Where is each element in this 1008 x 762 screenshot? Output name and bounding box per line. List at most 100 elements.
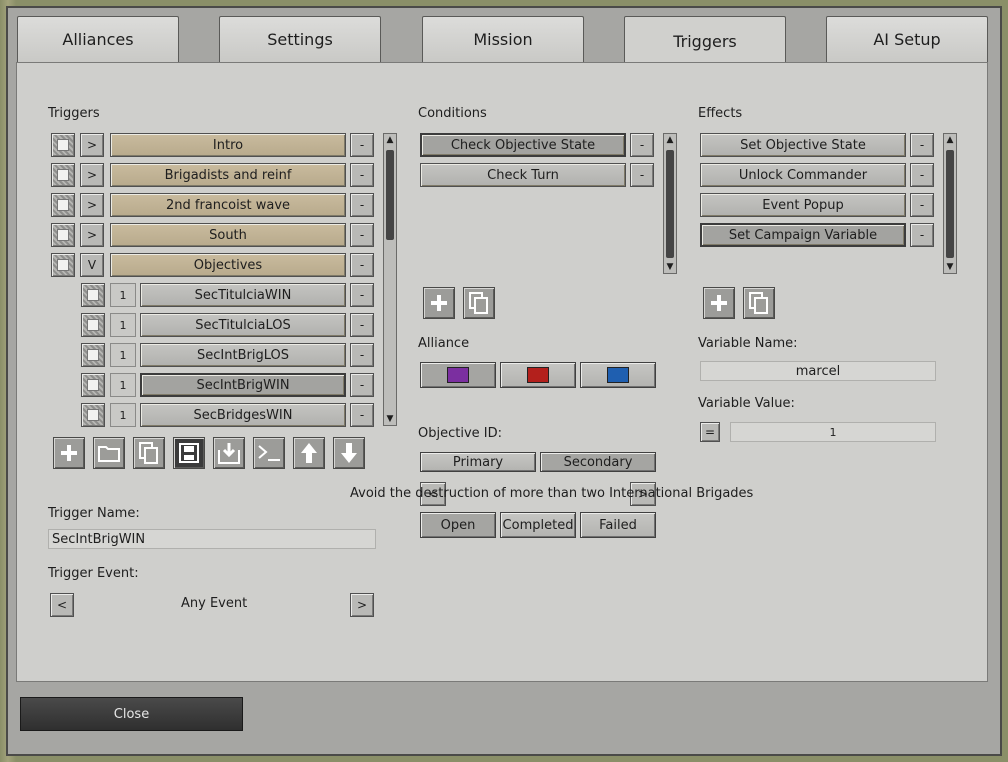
remove-trigger-button[interactable]: - (350, 313, 374, 337)
event-next-button[interactable]: > (350, 593, 374, 617)
conditions-scrollbar[interactable]: ▲ ▼ (663, 133, 677, 274)
trigger-group-item[interactable]: Intro (110, 133, 346, 157)
remove-effect-button[interactable]: - (910, 193, 934, 217)
console-button[interactable] (253, 437, 285, 469)
expand-toggle[interactable]: V (80, 253, 104, 277)
scroll-down-icon[interactable]: ▼ (664, 261, 676, 273)
trigger-item[interactable]: SecTitulciaLOS (140, 313, 346, 337)
copy-icon (139, 442, 158, 464)
folder-button[interactable] (93, 437, 125, 469)
trigger-checkbox[interactable] (51, 133, 75, 157)
trigger-checkbox[interactable] (81, 373, 105, 397)
remove-condition-button[interactable]: - (630, 133, 654, 157)
remove-effect-button[interactable]: - (910, 163, 934, 187)
trigger-item[interactable]: SecBridgesWIN (140, 403, 346, 427)
remove-condition-button[interactable]: - (630, 163, 654, 187)
trigger-checkbox[interactable] (51, 163, 75, 187)
state-completed-button[interactable]: Completed (500, 512, 576, 538)
variable-name-field[interactable]: marcel (700, 361, 936, 381)
scroll-up-icon[interactable]: ▲ (384, 134, 396, 146)
scroll-up-icon[interactable]: ▲ (664, 134, 676, 146)
trigger-checkbox[interactable] (51, 193, 75, 217)
add-trigger-button[interactable] (53, 437, 85, 469)
trigger-checkbox[interactable] (81, 313, 105, 337)
trigger-group-item[interactable]: South (110, 223, 346, 247)
remove-trigger-button[interactable]: - (350, 373, 374, 397)
close-button[interactable]: Close (20, 697, 243, 731)
trigger-group-item[interactable]: 2nd francoist wave (110, 193, 346, 217)
remove-trigger-button[interactable]: - (350, 193, 374, 217)
trigger-checkbox[interactable] (81, 343, 105, 367)
remove-effect-button[interactable]: - (910, 133, 934, 157)
triggers-scrollbar[interactable]: ▲ ▼ (383, 133, 397, 426)
add-effect-button[interactable] (703, 287, 735, 319)
remove-trigger-button[interactable]: - (350, 403, 374, 427)
effect-item-selected[interactable]: Set Campaign Variable (700, 223, 906, 247)
trigger-name-field[interactable]: SecIntBrigWIN (48, 529, 376, 549)
condition-item-selected[interactable]: Check Objective State (420, 133, 626, 157)
move-up-button[interactable] (293, 437, 325, 469)
state-open-button[interactable]: Open (420, 512, 496, 538)
trigger-checkbox[interactable] (51, 253, 75, 277)
objective-primary-button[interactable]: Primary (420, 452, 536, 472)
trigger-item[interactable]: SecIntBrigLOS (140, 343, 346, 367)
remove-trigger-button[interactable]: - (350, 133, 374, 157)
effects-scrollbar[interactable]: ▲ ▼ (943, 133, 957, 274)
expand-toggle[interactable]: > (80, 163, 104, 187)
add-condition-button[interactable] (423, 287, 455, 319)
conditions-heading: Conditions (418, 106, 487, 121)
copy-trigger-button[interactable] (133, 437, 165, 469)
remove-trigger-button[interactable]: - (350, 343, 374, 367)
tab-ai-setup[interactable]: AI Setup (826, 16, 988, 62)
trigger-group-item[interactable]: Brigadists and reinf (110, 163, 346, 187)
trigger-count: 1 (110, 283, 136, 307)
tab-alliances[interactable]: Alliances (17, 16, 179, 62)
save-button[interactable] (173, 437, 205, 469)
scroll-thumb[interactable] (666, 150, 674, 258)
remove-effect-button[interactable]: - (910, 223, 934, 247)
trigger-count: 1 (110, 373, 136, 397)
effect-item[interactable]: Set Objective State (700, 133, 906, 157)
scroll-up-icon[interactable]: ▲ (944, 134, 956, 146)
trigger-checkbox[interactable] (81, 403, 105, 427)
effect-item[interactable]: Event Popup (700, 193, 906, 217)
tab-triggers[interactable]: Triggers (624, 16, 786, 66)
tab-mission[interactable]: Mission (422, 16, 584, 62)
folder-icon (98, 446, 120, 462)
trigger-count: 1 (110, 313, 136, 337)
trigger-event-label: Trigger Event: (48, 566, 139, 581)
trigger-item[interactable]: SecTitulciaWIN (140, 283, 346, 307)
copy-effect-button[interactable] (743, 287, 775, 319)
scroll-down-icon[interactable]: ▼ (384, 413, 396, 425)
condition-item[interactable]: Check Turn (420, 163, 626, 187)
remove-trigger-button[interactable]: - (350, 223, 374, 247)
alliance-blue-swatch (607, 367, 629, 383)
copy-condition-button[interactable] (463, 287, 495, 319)
trigger-group-item[interactable]: Objectives (110, 253, 346, 277)
event-prev-button[interactable]: < (50, 593, 74, 617)
move-down-button[interactable] (333, 437, 365, 469)
alliance-red-button[interactable] (500, 362, 576, 388)
operator-button[interactable]: = (700, 422, 720, 442)
expand-toggle[interactable]: > (80, 133, 104, 157)
trigger-checkbox[interactable] (51, 223, 75, 247)
remove-trigger-button[interactable]: - (350, 163, 374, 187)
alliance-blue-button[interactable] (580, 362, 656, 388)
triggers-heading: Triggers (48, 106, 100, 121)
scroll-down-icon[interactable]: ▼ (944, 261, 956, 273)
remove-trigger-button[interactable]: - (350, 283, 374, 307)
trigger-checkbox[interactable] (81, 283, 105, 307)
scroll-thumb[interactable] (386, 150, 394, 240)
expand-toggle[interactable]: > (80, 223, 104, 247)
objective-secondary-button[interactable]: Secondary (540, 452, 656, 472)
alliance-purple-button[interactable] (420, 362, 496, 388)
state-failed-button[interactable]: Failed (580, 512, 656, 538)
expand-toggle[interactable]: > (80, 193, 104, 217)
trigger-item-selected[interactable]: SecIntBrigWIN (140, 373, 346, 397)
tab-settings[interactable]: Settings (219, 16, 381, 62)
scroll-thumb[interactable] (946, 150, 954, 258)
remove-trigger-button[interactable]: - (350, 253, 374, 277)
effect-item[interactable]: Unlock Commander (700, 163, 906, 187)
variable-value-field[interactable]: 1 (730, 422, 936, 442)
import-button[interactable] (213, 437, 245, 469)
